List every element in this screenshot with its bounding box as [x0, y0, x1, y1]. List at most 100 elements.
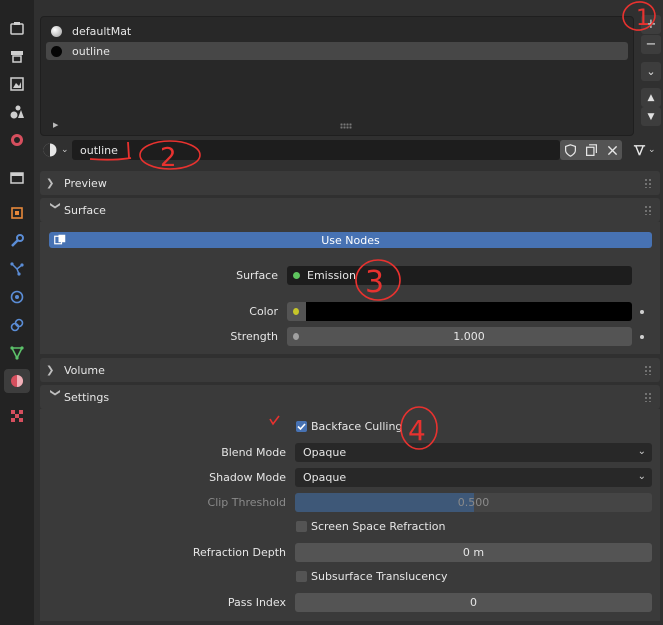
tab-object[interactable]	[4, 201, 30, 225]
slot-label: outline	[72, 44, 110, 58]
chevron-down-icon: ❯	[49, 201, 61, 210]
checkmark-icon	[297, 423, 306, 431]
tool-icon	[10, 22, 24, 35]
pass-index-label: Pass Index	[227, 596, 286, 609]
strength-socket-dot	[293, 333, 299, 340]
refraction-depth-label: Refraction Depth	[192, 546, 286, 559]
tab-world[interactable]	[4, 166, 30, 190]
drag-grip-icon[interactable]	[644, 205, 652, 215]
tab-output[interactable]	[4, 72, 30, 96]
strength-socket-button[interactable]	[287, 327, 306, 346]
resize-grip-icon[interactable]	[340, 123, 352, 129]
view-layer-icon	[10, 105, 24, 119]
tab-physics[interactable]	[4, 285, 30, 309]
drag-grip-icon[interactable]	[644, 365, 652, 375]
material-slot-list[interactable]: defaultMat outline ▶	[40, 16, 634, 136]
use-nodes-label: Use Nodes	[321, 233, 380, 247]
tab-particles[interactable]	[4, 257, 30, 281]
tab-texture[interactable]	[4, 404, 30, 428]
fake-user-shield-icon[interactable]	[564, 143, 577, 157]
clip-threshold-slider[interactable]: 0.500	[295, 493, 652, 512]
chevron-down-icon: ⌄	[61, 145, 69, 155]
slot-item-outline[interactable]: outline	[46, 42, 628, 60]
remove-slot-button[interactable]: −	[641, 35, 661, 54]
backface-culling-label: Backface Culling	[311, 420, 403, 433]
annotation-digit: 2	[160, 143, 177, 173]
shadow-mode-dropdown[interactable]: Opaque ⌄	[295, 468, 652, 487]
clip-threshold-label: Clip Threshold	[207, 496, 286, 509]
tab-render[interactable]	[4, 44, 30, 68]
tab-constraints[interactable]	[4, 313, 30, 337]
specials-menu-button[interactable]: ⌄	[641, 62, 661, 81]
move-up-button[interactable]: ▲	[641, 88, 661, 107]
material-browse-button[interactable]: ⌄	[42, 140, 72, 160]
texture-icon	[11, 410, 23, 422]
tab-modifiers[interactable]	[4, 229, 30, 253]
chevron-right-icon: ❯	[46, 177, 55, 189]
scene-icon	[11, 134, 23, 146]
surface-label: Surface	[236, 269, 278, 282]
ssr-label: Screen Space Refraction	[311, 520, 446, 533]
slot-label: defaultMat	[72, 24, 132, 38]
tab-tool[interactable]	[4, 16, 30, 40]
ssr-checkbox[interactable]	[296, 521, 307, 532]
panel-title: Surface	[64, 203, 106, 217]
shadow-mode-label: Shadow Mode	[209, 471, 286, 484]
expand-filter-icon[interactable]: ▶	[53, 121, 58, 129]
unlink-x-icon[interactable]	[607, 145, 618, 156]
chevron-down-icon: ⌄	[637, 446, 646, 457]
slot-item-defaultmat[interactable]: defaultMat	[46, 22, 628, 40]
node-tree-icon	[633, 144, 646, 155]
tab-material[interactable]	[4, 369, 30, 393]
subsurface-translucency-checkbox[interactable]	[296, 571, 307, 582]
annotation-mark-4: 4	[400, 406, 438, 450]
link-type-button[interactable]: ⌄	[632, 141, 660, 159]
drag-grip-icon[interactable]	[644, 392, 652, 402]
annotation-digit: 1	[636, 6, 650, 31]
color-label: Color	[249, 305, 278, 318]
annotation-digit: 3	[365, 265, 384, 300]
white-sphere-icon	[51, 25, 62, 37]
render-icon	[11, 51, 23, 63]
color-socket-dot	[293, 308, 299, 315]
annotation-tick	[269, 415, 280, 426]
panel-settings-body	[40, 409, 660, 621]
panel-volume-header[interactable]: ❯ Volume	[40, 358, 660, 382]
keyframe-dot-icon[interactable]	[640, 310, 644, 314]
subsurface-translucency-label: Subsurface Translucency	[311, 570, 448, 583]
panel-surface-header[interactable]: ❯ Surface	[40, 198, 660, 222]
tab-object-data[interactable]	[4, 341, 30, 365]
strength-field[interactable]: 1.000	[306, 327, 632, 346]
drag-grip-icon[interactable]	[644, 178, 652, 188]
blend-mode-label: Blend Mode	[221, 446, 286, 459]
blend-mode-dropdown[interactable]: Opaque ⌄	[295, 443, 652, 462]
keyframe-dot-icon[interactable]	[640, 335, 644, 339]
annotation-mark-3: 3	[355, 259, 401, 301]
color-socket-button[interactable]	[287, 302, 306, 321]
panel-settings-header[interactable]: ❯ Settings	[40, 385, 660, 409]
color-swatch[interactable]	[306, 302, 632, 321]
node-editor-icon	[54, 234, 66, 245]
use-nodes-button[interactable]: Use Nodes	[49, 232, 652, 248]
pass-index-field[interactable]: 0	[295, 593, 652, 612]
chevron-down-icon: ⌄	[648, 145, 656, 155]
surface-shader-selector[interactable]: Emission	[287, 266, 632, 285]
output-icon	[10, 77, 24, 91]
mesh-data-icon	[10, 346, 24, 360]
tab-scene[interactable]	[4, 128, 30, 152]
duplicate-icon[interactable]	[585, 143, 598, 157]
move-down-button[interactable]: ▼	[641, 107, 661, 126]
physics-icon	[10, 290, 24, 304]
panel-title: Volume	[64, 363, 105, 377]
surface-shader-value: Emission	[307, 269, 356, 282]
shadow-mode-value: Opaque	[303, 471, 347, 484]
tab-view-layer[interactable]	[4, 100, 30, 124]
refraction-depth-field[interactable]: 0 m	[295, 543, 652, 562]
refraction-depth-value: 0 m	[462, 546, 485, 559]
annotation-mark-1: 1	[622, 1, 656, 31]
backface-culling-checkbox[interactable]	[296, 421, 307, 432]
black-sphere-icon	[51, 45, 62, 57]
blend-mode-value: Opaque	[303, 446, 347, 459]
strength-label: Strength	[230, 330, 278, 343]
object-icon	[11, 207, 23, 219]
